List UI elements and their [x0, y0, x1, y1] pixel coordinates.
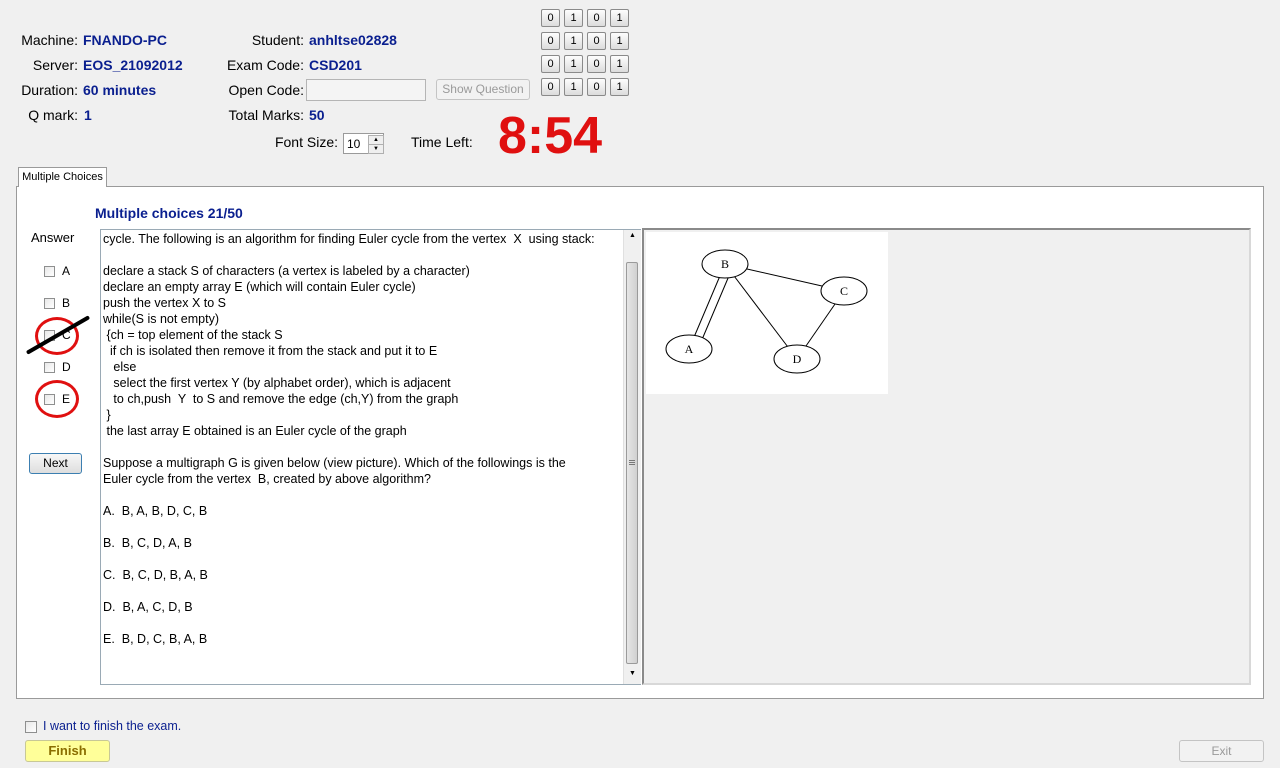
bit-button[interactable]: 0 [587, 55, 606, 73]
machine-value: FNANDO-PC [83, 32, 167, 48]
option-d-checkbox[interactable] [44, 362, 55, 373]
question-line: if ch is isolated then remove it from th… [103, 344, 438, 358]
question-line: Suppose a multigraph G is given below (v… [103, 456, 566, 470]
question-line: select the first vertex Y (by alphabet o… [103, 376, 451, 390]
question-line: declare a stack S of characters (a verte… [103, 264, 470, 278]
exit-button[interactable]: Exit [1179, 740, 1264, 762]
open-code-input[interactable] [306, 79, 426, 101]
question-scrollbar[interactable]: ▲ ▼ [623, 230, 641, 684]
red-circle-annotation-e [35, 380, 79, 418]
question-heading: Multiple choices 21/50 [95, 205, 243, 221]
question-line: while(S is not empty) [103, 312, 220, 326]
scroll-up-icon[interactable]: ▲ [624, 232, 641, 239]
answer-label: Answer [31, 230, 75, 245]
bit-button[interactable]: 0 [587, 78, 606, 96]
bit-button[interactable]: 1 [564, 9, 583, 27]
question-line: Euler cycle from the vertex B, created b… [103, 472, 431, 486]
font-size-value: 10 [347, 137, 361, 151]
question-line: D. B, A, C, D, B [103, 600, 193, 614]
option-d-label: D [62, 360, 71, 374]
scroll-thumb[interactable] [626, 262, 638, 664]
question-line: else [103, 360, 137, 374]
totalmarks-value: 50 [309, 107, 325, 123]
finish-exam-checkbox[interactable] [25, 721, 37, 733]
bit-button[interactable]: 0 [587, 9, 606, 27]
bit-button[interactable]: 1 [564, 55, 583, 73]
question-line: C. B, C, D, B, A, B [103, 568, 208, 582]
graph-node-label: D [793, 352, 802, 366]
question-line: push the vertex X to S [103, 296, 226, 310]
next-button[interactable]: Next [29, 453, 82, 474]
font-size-spinner[interactable]: 10 ▲ ▼ [343, 133, 384, 154]
question-line: B. B, C, D, A, B [103, 536, 192, 550]
bit-button[interactable]: 0 [541, 32, 560, 50]
scroll-down-icon[interactable]: ▼ [624, 670, 641, 677]
finish-button[interactable]: Finish [25, 740, 110, 762]
question-line: {ch = top element of the stack S [103, 328, 283, 342]
bit-button[interactable]: 0 [587, 32, 606, 50]
totalmarks-label: Total Marks: [228, 107, 304, 123]
option-b-checkbox[interactable] [44, 298, 55, 309]
question-line: E. B, D, C, B, A, B [103, 632, 208, 646]
bit-button[interactable]: 0 [541, 9, 560, 27]
bit-button[interactable]: 1 [610, 32, 629, 50]
duration-label: Duration: [21, 82, 78, 98]
qmark-value: 1 [84, 107, 92, 123]
bit-button[interactable]: 0 [541, 55, 560, 73]
tab-multiple-choices[interactable]: Multiple Choices [18, 167, 107, 187]
question-line: declare an empty array E (which will con… [103, 280, 416, 294]
bit-button[interactable]: 1 [610, 78, 629, 96]
time-left-value: 8:54 [498, 107, 603, 165]
finish-exam-label: I want to finish the exam. [43, 719, 182, 733]
show-question-button[interactable]: Show Question [436, 79, 530, 100]
time-left-label: Time Left: [411, 134, 473, 150]
question-line: the last array E obtained is an Euler cy… [103, 424, 407, 438]
qmark-label: Q mark: [28, 107, 78, 123]
graph-node-label: C [840, 284, 848, 298]
bit-button[interactable]: 0 [541, 78, 560, 96]
grip-icon [629, 460, 635, 461]
bit-button[interactable]: 1 [610, 9, 629, 27]
question-line: to ch,push Y to S and remove the edge (c… [103, 392, 459, 406]
graph-node-label: A [685, 342, 694, 356]
duration-value: 60 minutes [83, 82, 157, 98]
opencode-label: Open Code: [228, 82, 305, 98]
bit-button[interactable]: 1 [610, 55, 629, 73]
student-label: Student: [251, 32, 304, 48]
option-a-checkbox[interactable] [44, 266, 55, 277]
machine-label: Machine: [21, 32, 78, 48]
graph-node-label: B [721, 257, 729, 271]
question-line: cycle. The following is an algorithm for… [103, 232, 595, 246]
student-value: anhltse02828 [309, 32, 397, 48]
examcode-label: Exam Code: [226, 57, 304, 73]
question-line: A. B, A, B, D, C, B [103, 504, 208, 518]
server-label: Server: [32, 57, 78, 73]
question-line: } [103, 408, 111, 422]
graph-picture: A B C D [646, 232, 888, 394]
bit-button[interactable]: 1 [564, 32, 583, 50]
option-b-label: B [62, 296, 71, 310]
bit-button[interactable]: 1 [564, 78, 583, 96]
spin-down-icon[interactable]: ▼ [368, 144, 384, 154]
option-a-label: A [62, 264, 71, 278]
examcode-value: CSD201 [309, 57, 362, 73]
server-value: EOS_21092012 [83, 57, 183, 73]
font-size-label: Font Size: [274, 134, 338, 150]
